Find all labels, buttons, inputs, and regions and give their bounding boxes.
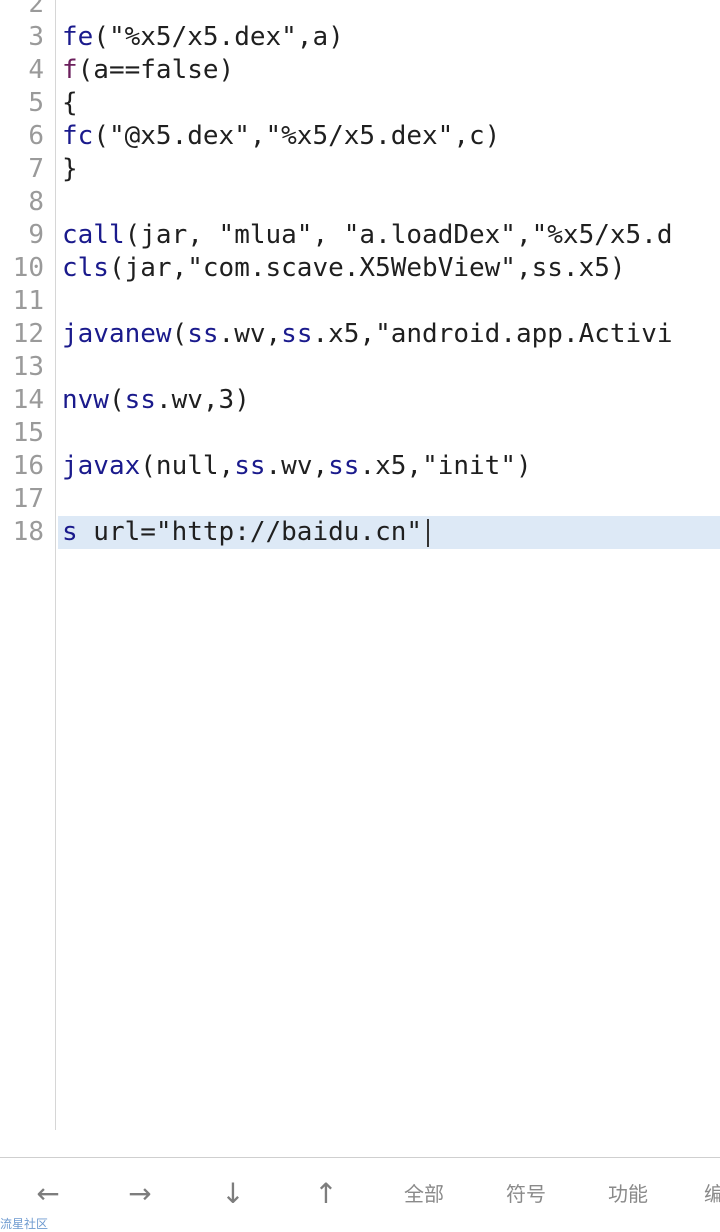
- code-text[interactable]: fe("%x5/x5.dex",a): [62, 21, 344, 54]
- code-token: .wv,: [218, 319, 282, 349]
- code-line[interactable]: 3 fe("%x5/x5.dex",a): [0, 21, 720, 54]
- code-text[interactable]: call(jar, "mlua", "a.loadDex","%x5/x5.d: [62, 219, 673, 252]
- line-number: 2: [28, 0, 44, 19]
- code-token: {: [62, 88, 78, 118]
- code-text[interactable]: {: [62, 87, 78, 120]
- code-keyword: ss: [124, 385, 156, 415]
- code-line[interactable]: 7}: [0, 153, 720, 186]
- editor-toolbar: ← → ↓ ↑ 全部 符号 功能 编: [0, 1157, 720, 1231]
- code-token: (jar,"com.scave.X5WebView",ss.x5): [108, 253, 626, 283]
- code-token: url="http://baidu.cn": [77, 517, 423, 547]
- code-line[interactable]: 8: [0, 186, 720, 219]
- line-number: 11: [12, 286, 44, 316]
- code-keyword: ss: [187, 319, 219, 349]
- line-number: 3: [28, 22, 44, 52]
- symbol-button[interactable]: 符号: [500, 1176, 552, 1212]
- code-line[interactable]: 15: [0, 417, 720, 450]
- function-button[interactable]: 功能: [602, 1176, 654, 1212]
- code-keyword: ss: [234, 451, 266, 481]
- code-line[interactable]: 10 cls(jar,"com.scave.X5WebView",ss.x5): [0, 252, 720, 285]
- code-token: (null,: [140, 451, 235, 481]
- line-number: 17: [12, 484, 44, 514]
- line-number: 15: [12, 418, 44, 448]
- code-text[interactable]: f(a==false): [62, 54, 234, 87]
- line-number: 9: [28, 220, 44, 250]
- code-line[interactable]: 6 fc("@x5.dex","%x5/x5.dex",c): [0, 120, 720, 153]
- code-keyword: ss: [328, 451, 360, 481]
- code-keyword: cls: [62, 253, 109, 283]
- line-number: 12: [12, 319, 44, 349]
- code-keyword: f: [62, 55, 78, 85]
- code-text[interactable]: }: [62, 153, 78, 186]
- code-token: ("%x5/x5.dex",a): [93, 22, 344, 52]
- watermark-text: 流星社区: [0, 1217, 49, 1231]
- code-token: .x5,"android.app.Activi: [312, 319, 673, 349]
- cursor-up-button[interactable]: ↑: [308, 1176, 344, 1212]
- code-text[interactable]: cls(jar,"com.scave.X5WebView",ss.x5): [62, 252, 626, 285]
- partial-toolbar-button[interactable]: 编: [704, 1176, 720, 1212]
- cursor-left-button[interactable]: ←: [30, 1176, 66, 1212]
- code-line[interactable]: 12 javanew(ss.wv,ss.x5,"android.app.Activ…: [0, 318, 720, 351]
- code-keyword: ss: [281, 319, 313, 349]
- code-line[interactable]: 4 f(a==false): [0, 54, 720, 87]
- line-number: 13: [12, 352, 44, 382]
- code-line[interactable]: 5{: [0, 87, 720, 120]
- select-all-button[interactable]: 全部: [398, 1176, 450, 1212]
- code-text[interactable]: nvw(ss.wv,3): [62, 384, 250, 417]
- code-token: .wv,: [265, 451, 329, 481]
- code-token: .wv,3): [155, 385, 250, 415]
- code-keyword: s: [62, 517, 78, 547]
- code-keyword: fc: [62, 121, 94, 151]
- code-keyword: call: [62, 220, 125, 250]
- code-token: .x5,"init"): [359, 451, 532, 481]
- code-editor[interactable]: 2 3 fe("%x5/x5.dex",a) 4 f(a==false) 5{6 fc("@…: [0, 0, 720, 1130]
- code-lines[interactable]: 2 3 fe("%x5/x5.dex",a) 4 f(a==false) 5{6 fc("@…: [0, 0, 720, 549]
- code-keyword: nvw: [62, 385, 109, 415]
- code-line[interactable]: 9 call(jar, "mlua", "a.loadDex","%x5/x5.d: [0, 219, 720, 252]
- code-text[interactable]: s url="http://baidu.cn": [62, 516, 430, 549]
- code-token: (: [108, 385, 125, 415]
- code-text[interactable]: javax(null,ss.wv,ss.x5,"init"): [62, 450, 532, 483]
- code-token: (jar, "mlua", "a.loadDex","%x5/x5.d: [124, 220, 673, 250]
- line-number: 4: [28, 55, 44, 85]
- cursor-down-button[interactable]: ↓: [215, 1176, 251, 1212]
- line-number: 14: [12, 385, 44, 415]
- line-number: 7: [28, 154, 44, 184]
- code-keyword: javanew: [62, 319, 172, 349]
- code-token: (a==false): [77, 55, 235, 85]
- code-token: }: [62, 154, 78, 184]
- line-number: 18: [12, 517, 44, 547]
- code-text[interactable]: fc("@x5.dex","%x5/x5.dex",c): [62, 120, 500, 153]
- cursor-right-button[interactable]: →: [122, 1176, 158, 1212]
- code-line[interactable]: 14 nvw(ss.wv,3): [0, 384, 720, 417]
- code-text[interactable]: javanew(ss.wv,ss.x5,"android.app.Activi: [62, 318, 673, 351]
- code-token: (: [171, 319, 188, 349]
- code-line[interactable]: 11: [0, 285, 720, 318]
- line-number: 5: [28, 88, 44, 118]
- line-number: 10: [12, 253, 44, 283]
- line-number: 16: [12, 451, 44, 481]
- text-cursor: [427, 518, 430, 547]
- code-line[interactable]: 2: [0, 0, 720, 21]
- code-line[interactable]: 16 javax(null,ss.wv,ss.x5,"init"): [0, 450, 720, 483]
- code-keyword: javax: [62, 451, 141, 481]
- line-number: 8: [28, 187, 44, 217]
- code-keyword: fe: [62, 22, 94, 52]
- line-number: 6: [28, 121, 44, 151]
- code-token: ("@x5.dex","%x5/x5.dex",c): [93, 121, 501, 151]
- code-line[interactable]: 13: [0, 351, 720, 384]
- current-code-line[interactable]: 18 s url="http://baidu.cn": [13, 516, 720, 549]
- code-line[interactable]: 17: [0, 483, 720, 516]
